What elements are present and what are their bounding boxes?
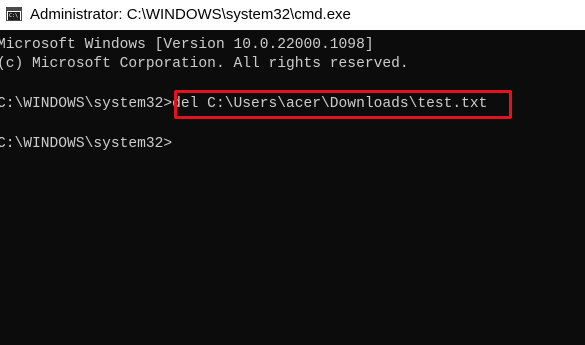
console-line-version: Microsoft Windows [Version 10.0.22000.10…	[0, 37, 374, 53]
command-highlight-box	[174, 90, 512, 119]
cmd-window: C:\ Administrator: C:\WINDOWS\system32\c…	[0, 0, 585, 345]
console-current-prompt[interactable]: C:\WINDOWS\system32>	[0, 134, 172, 154]
window-title: Administrator: C:\WINDOWS\system32\cmd.e…	[30, 6, 351, 23]
console-line-copyright: (c) Microsoft Corporation. All rights re…	[0, 56, 409, 72]
cmd-icon-screen: C:\	[8, 12, 20, 20]
console-area[interactable]: Microsoft Windows [Version 10.0.22000.10…	[0, 30, 585, 345]
cmd-icon: C:\	[6, 7, 22, 21]
console-prompt: C:\WINDOWS\system32>	[0, 96, 173, 112]
cmd-icon-bar	[7, 8, 21, 11]
title-bar[interactable]: C:\ Administrator: C:\WINDOWS\system32\c…	[0, 0, 585, 30]
